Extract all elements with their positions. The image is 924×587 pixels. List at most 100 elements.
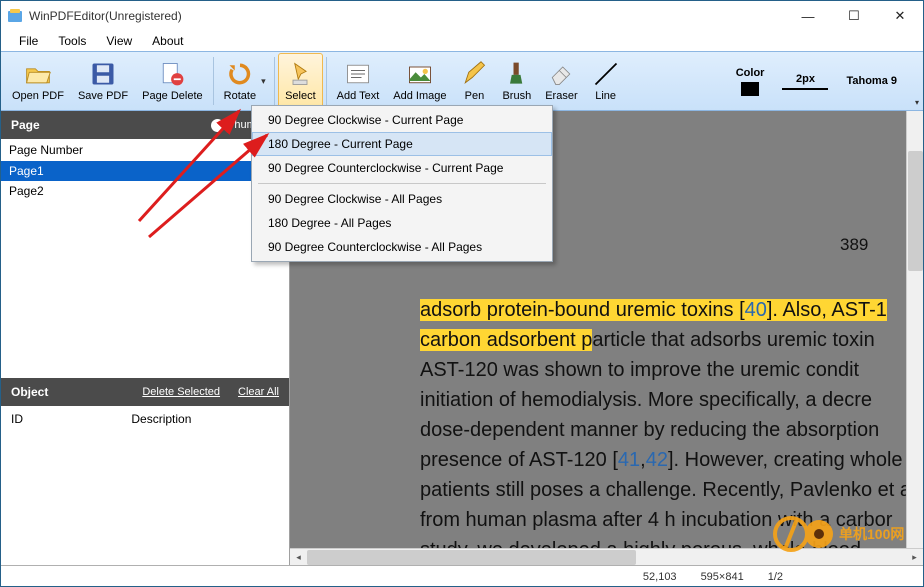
toolbar: Open PDF Save PDF Page Delete Rotate ▾ S… [1, 51, 923, 111]
rotate-dropdown: 90 Degree Clockwise - Current Page 180 D… [251, 105, 553, 262]
page-panel-header: Page Thumbnail [1, 111, 289, 139]
rotate-90cw-all[interactable]: 90 Degree Clockwise - All Pages [252, 187, 552, 211]
select-button[interactable]: Select [278, 53, 323, 109]
text-line: from human plasma after 4 h incubation w… [420, 505, 892, 535]
save-pdf-button[interactable]: Save PDF [71, 53, 135, 109]
dropdown-separator [258, 183, 546, 184]
clear-all-link[interactable]: Clear All [238, 386, 279, 398]
text-line: initiation of hemodialysis. More specifi… [420, 385, 872, 415]
page-list-row[interactable]: Page1 [1, 161, 289, 181]
scrollbar-thumb[interactable] [307, 550, 636, 565]
page-list-row[interactable]: Page2 [1, 181, 289, 201]
toolbar-separator [213, 57, 214, 105]
menu-view[interactable]: View [96, 32, 142, 50]
stroke-picker[interactable]: 2px [782, 73, 828, 90]
scroll-left-icon[interactable]: ◂ [290, 549, 307, 566]
toolbar-overflow-icon[interactable]: ▾ [915, 98, 919, 107]
rotate-180-current[interactable]: 180 Degree - Current Page [252, 132, 552, 156]
add-text-button[interactable]: Add Text [330, 53, 387, 109]
object-table-body [1, 432, 289, 554]
brush-icon [503, 60, 531, 88]
text-line: patients still poses a challenge. Recent… [420, 475, 911, 505]
rotate-180-all[interactable]: 180 Degree - All Pages [252, 211, 552, 235]
thumbnail-radio[interactable] [211, 119, 224, 132]
menu-about[interactable]: About [142, 32, 193, 50]
select-label: Select [285, 90, 316, 102]
page-number-text: 389 [840, 232, 868, 258]
rotate-dropdown-arrow[interactable]: ▾ [261, 76, 271, 87]
status-cursor-pos: 52,103 [631, 571, 689, 583]
add-image-button[interactable]: Add Image [386, 53, 453, 109]
brush-label: Brush [502, 90, 531, 102]
app-icon [7, 8, 23, 24]
save-pdf-label: Save PDF [78, 90, 128, 102]
text-line: carbon adsorbent particle that adsorbs u… [420, 325, 875, 355]
text-icon [344, 60, 372, 88]
style-group: Color 2px Tahoma 9 [736, 67, 919, 96]
page-delete-button[interactable]: Page Delete [135, 53, 210, 109]
text-line: adsorb protein-bound uremic toxins [40].… [420, 295, 887, 325]
object-panel-header: Object Delete Selected Clear All [1, 378, 289, 406]
maximize-button[interactable]: ☐ [831, 1, 877, 31]
font-label: Tahoma 9 [846, 75, 897, 87]
object-col-desc[interactable]: Description [123, 408, 287, 430]
pen-button[interactable]: Pen [453, 53, 495, 109]
pointer-icon [286, 60, 314, 88]
color-swatch [741, 82, 759, 96]
window-title: WinPDFEditor(Unregistered) [29, 9, 785, 23]
rotate-90ccw-current[interactable]: 90 Degree Counterclockwise - Current Pag… [252, 156, 552, 180]
toolbar-separator [274, 57, 275, 105]
font-picker[interactable]: Tahoma 9 [846, 75, 897, 87]
eraser-icon [547, 60, 575, 88]
window-controls: — ☐ ✕ [785, 1, 923, 31]
side-panel: Page Thumbnail Page Number Page1 Page2 O… [1, 111, 290, 565]
stroke-label: 2px [796, 73, 815, 85]
menu-file[interactable]: File [9, 32, 48, 50]
image-icon [406, 60, 434, 88]
rotate-90ccw-all[interactable]: 90 Degree Counterclockwise - All Pages [252, 235, 552, 259]
eraser-button[interactable]: Eraser [538, 53, 584, 109]
line-button[interactable]: Line [585, 53, 627, 109]
vertical-scrollbar[interactable] [906, 111, 923, 548]
menu-tools[interactable]: Tools [48, 32, 96, 50]
scrollbar-thumb[interactable] [908, 151, 923, 271]
title-bar: WinPDFEditor(Unregistered) — ☐ ✕ [1, 1, 923, 31]
text-line: presence of AST-120 [41,42]. However, cr… [420, 445, 903, 475]
object-panel-title: Object [11, 385, 124, 399]
color-label: Color [736, 67, 765, 79]
rotate-label: Rotate [224, 90, 256, 102]
scrollbar-track[interactable] [307, 549, 906, 566]
pen-icon [460, 60, 488, 88]
minimize-button[interactable]: — [785, 1, 831, 31]
menu-bar: File Tools View About [1, 31, 923, 51]
rotate-icon [226, 60, 254, 88]
eraser-label: Eraser [545, 90, 577, 102]
color-picker[interactable]: Color [736, 67, 765, 96]
delete-selected-link[interactable]: Delete Selected [142, 386, 220, 398]
pen-label: Pen [465, 90, 485, 102]
toolbar-separator [326, 57, 327, 105]
stroke-preview [782, 88, 828, 90]
rotate-90cw-current[interactable]: 90 Degree Clockwise - Current Page [252, 108, 552, 132]
page-list: Page Number Page1 Page2 [1, 139, 289, 378]
line-icon [592, 60, 620, 88]
status-page-index: 1/2 [756, 571, 795, 583]
object-table: ID Description [1, 406, 289, 432]
line-label: Line [595, 90, 616, 102]
add-text-label: Add Text [337, 90, 380, 102]
page-panel-title: Page [11, 118, 211, 132]
object-col-id[interactable]: ID [3, 408, 121, 430]
horizontal-scrollbar[interactable]: ◂ ▸ [290, 548, 923, 565]
open-pdf-button[interactable]: Open PDF [5, 53, 71, 109]
scroll-right-icon[interactable]: ▸ [906, 549, 923, 566]
brush-button[interactable]: Brush [495, 53, 538, 109]
page-delete-icon [158, 60, 186, 88]
close-button[interactable]: ✕ [877, 1, 923, 31]
page-list-header[interactable]: Page Number [1, 139, 289, 161]
text-line: AST-120 was shown to improve the uremic … [420, 355, 859, 385]
page-delete-label: Page Delete [142, 90, 203, 102]
status-bar: 52,103 595×841 1/2 [1, 565, 923, 587]
add-image-label: Add Image [393, 90, 446, 102]
rotate-button[interactable]: Rotate [217, 53, 263, 109]
open-pdf-label: Open PDF [12, 90, 64, 102]
